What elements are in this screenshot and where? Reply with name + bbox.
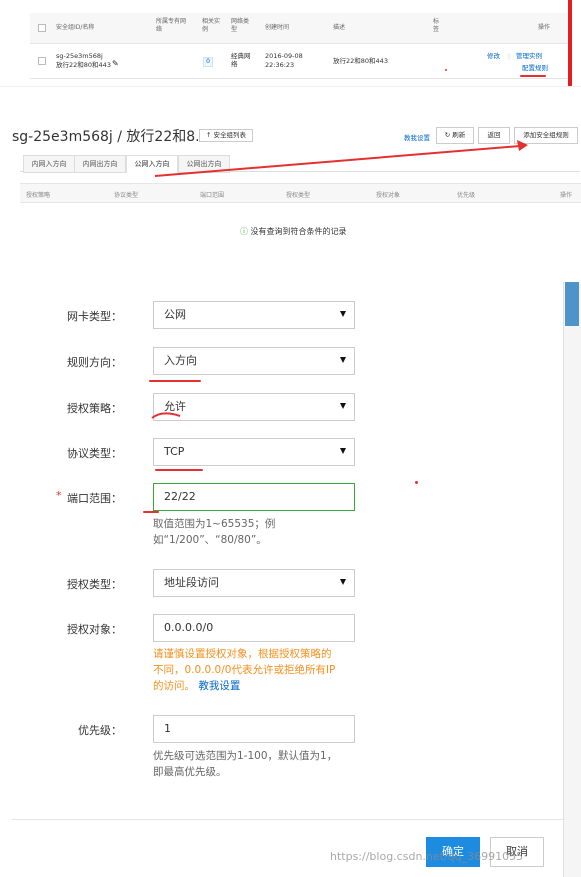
- scrollbar-thumb[interactable]: [565, 282, 579, 326]
- direction-label: 规则方向：: [67, 356, 122, 369]
- nic-type-value: 公网: [164, 308, 186, 321]
- nic-type-select[interactable]: 公网: [153, 301, 355, 329]
- annotation-underline: [143, 511, 159, 513]
- annotation-underline: [520, 75, 546, 77]
- direction-value: 入方向: [164, 354, 197, 367]
- annotation-underline: [149, 380, 201, 382]
- footer-divider: [12, 819, 563, 820]
- auth-object-warning: 请谨慎设置授权对象，根据授权策略的 不同，0.0.0.0/0代表允许或拒绝所有I…: [153, 646, 363, 694]
- dropdown-caret-icon: [340, 448, 346, 454]
- rules-panel: sg-25e3m568j / 放行22和8... ↑ 安全组列表 教我设置 ↻ …: [0, 116, 581, 268]
- scrollbar-track[interactable]: [563, 282, 581, 877]
- instance-count-badge[interactable]: 0: [203, 57, 213, 67]
- col-tags: 标签: [433, 18, 440, 33]
- annotation-arrow: [154, 140, 528, 177]
- dropdown-caret-icon: [340, 403, 346, 409]
- created-date: 2016-09-08: [265, 52, 303, 60]
- auth-type-select[interactable]: 地址段访问: [153, 569, 355, 597]
- required-mark: *: [56, 489, 62, 502]
- group-id: sg-25e3m568j: [56, 52, 103, 60]
- help-link[interactable]: 教我设置: [198, 680, 240, 692]
- warning-line: 请谨慎设置授权对象，根据授权策略的: [153, 648, 332, 660]
- protocol-value: TCP: [164, 445, 185, 458]
- col-instances: 相关实例: [202, 18, 221, 33]
- protocol-label: 协议类型：: [67, 447, 122, 460]
- separator: |: [508, 52, 511, 60]
- table-row: sg-25e3m568j 放行22和80和443 ✎ 0 经典网络 2016-0…: [30, 44, 570, 79]
- table-header: 安全组ID/名称 所属专有网络 相关实例 网络类型 创建时间 描述 标签 操作: [30, 13, 570, 44]
- help-line: 取值范围为1~65535；例: [153, 518, 276, 530]
- warning-line: 不同，0.0.0.0/0代表允许或拒绝所有IP: [153, 664, 336, 676]
- auth-object-input[interactable]: 0.0.0.0/0: [153, 614, 355, 642]
- group-name: 放行22和80和443: [56, 61, 111, 69]
- col-description: 描述: [333, 24, 346, 31]
- select-all-checkbox[interactable]: [38, 24, 46, 32]
- policy-label: 授权策略：: [67, 402, 122, 415]
- port-range-value: 22/22: [164, 490, 196, 503]
- dropdown-caret-icon: [340, 579, 346, 585]
- annotation-red-bar: [568, 0, 572, 86]
- port-range-help: 取值范围为1~65535；例 如“1/200”、“80/80”。: [153, 516, 353, 548]
- help-line: 即最高优先级。: [153, 766, 227, 778]
- created-time: 22:36:23: [265, 61, 295, 69]
- priority-input[interactable]: 1: [153, 715, 355, 743]
- security-group-table: 安全组ID/名称 所属专有网络 相关实例 网络类型 创建时间 描述 标签 操作 …: [0, 0, 581, 87]
- nic-type-label: 网卡类型：: [67, 310, 122, 323]
- auth-type-label: 授权类型：: [67, 578, 122, 591]
- row-checkbox[interactable]: [38, 57, 46, 65]
- help-line: 如“1/200”、“80/80”。: [153, 534, 267, 546]
- edit-pencil-icon[interactable]: ✎: [112, 60, 119, 68]
- col-vpc: 所属专有网络: [156, 18, 187, 33]
- col-network-type: 网络类型: [231, 18, 250, 33]
- direction-select[interactable]: 入方向: [153, 347, 355, 375]
- dropdown-caret-icon: [340, 311, 346, 317]
- col-created: 创建时间: [265, 24, 290, 31]
- annotation-dot: [445, 69, 447, 71]
- priority-label: 优先级：: [78, 724, 122, 737]
- modify-link[interactable]: 修改: [487, 52, 500, 60]
- auth-type-value: 地址段访问: [164, 576, 219, 589]
- port-range-input[interactable]: 22/22: [153, 483, 355, 511]
- col-actions: 操作: [538, 24, 551, 31]
- auth-object-label: 授权对象：: [67, 623, 122, 636]
- warning-line: 的访问。: [153, 680, 195, 692]
- priority-help: 优先级可选范围为1-100，默认值为1， 即最高优先级。: [153, 748, 363, 780]
- watermark: https://blog.csdn.net/qq_36991055: [330, 850, 524, 863]
- configure-rules-link[interactable]: 配置规则: [522, 64, 548, 72]
- priority-value: 1: [164, 722, 171, 735]
- annotation-underline: [155, 469, 203, 471]
- annotation-dot: [415, 481, 418, 484]
- annotation-scribble: [151, 412, 181, 419]
- port-range-label: 端口范围：: [67, 492, 122, 505]
- add-rule-form: 网卡类型： 公网 规则方向： 入方向 授权策略： 允许 协议类型： TCP * …: [0, 282, 581, 877]
- description: 放行22和80和443: [333, 57, 388, 65]
- col-id-name: 安全组ID/名称: [56, 24, 95, 31]
- manage-instances-link[interactable]: 管理实例: [516, 52, 542, 60]
- auth-object-value: 0.0.0.0/0: [164, 621, 214, 634]
- dropdown-caret-icon: [340, 357, 346, 363]
- help-line: 优先级可选范围为1-100，默认值为1，: [153, 750, 338, 762]
- protocol-select[interactable]: TCP: [153, 438, 355, 466]
- network-type: 经典网络: [231, 52, 251, 68]
